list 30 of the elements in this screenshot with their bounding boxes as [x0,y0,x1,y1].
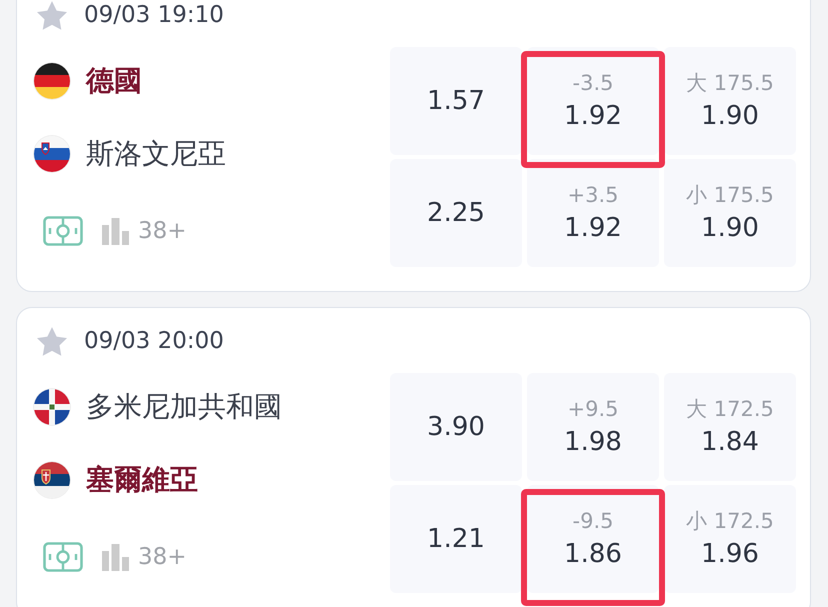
bar-chart-icon[interactable] [102,544,129,570]
odds-button[interactable]: 大 172.5 1.84 [664,373,796,481]
star-icon[interactable] [37,326,67,356]
odds-button[interactable]: 小 172.5 1.96 [664,485,796,593]
team-name: 德國 [86,63,142,99]
flag-icon [34,389,70,425]
star-icon[interactable] [37,0,67,30]
odds-button[interactable]: +3.5 1.92 [527,159,659,267]
odds-button[interactable]: -9.5 1.86 [527,485,659,593]
flag-icon [34,136,70,172]
odds-button[interactable]: 1.21 [390,485,522,593]
odds-button[interactable]: 3.90 [390,373,522,481]
flag-icon [34,462,70,498]
bar-chart-icon[interactable] [102,218,129,244]
odds-button[interactable]: 2.25 [390,159,522,267]
pitch-icon[interactable] [43,216,83,246]
market-count: 38+ [138,544,187,570]
team-name: 多米尼加共和國 [86,389,282,425]
match-time: 09/03 19:10 [84,1,224,30]
odds-button[interactable]: -3.5 1.92 [527,47,659,155]
pitch-icon[interactable] [43,542,83,572]
odds-button[interactable]: 小 175.5 1.90 [664,159,796,267]
team-name: 斯洛文尼亞 [86,136,226,172]
team-name: 塞爾維亞 [86,462,198,498]
odds-button[interactable]: 大 175.5 1.90 [664,47,796,155]
match-time: 09/03 20:00 [84,327,224,356]
flag-icon [34,63,70,99]
odds-button[interactable]: +9.5 1.98 [527,373,659,481]
market-count: 38+ [138,218,187,244]
odds-button[interactable]: 1.57 [390,47,522,155]
